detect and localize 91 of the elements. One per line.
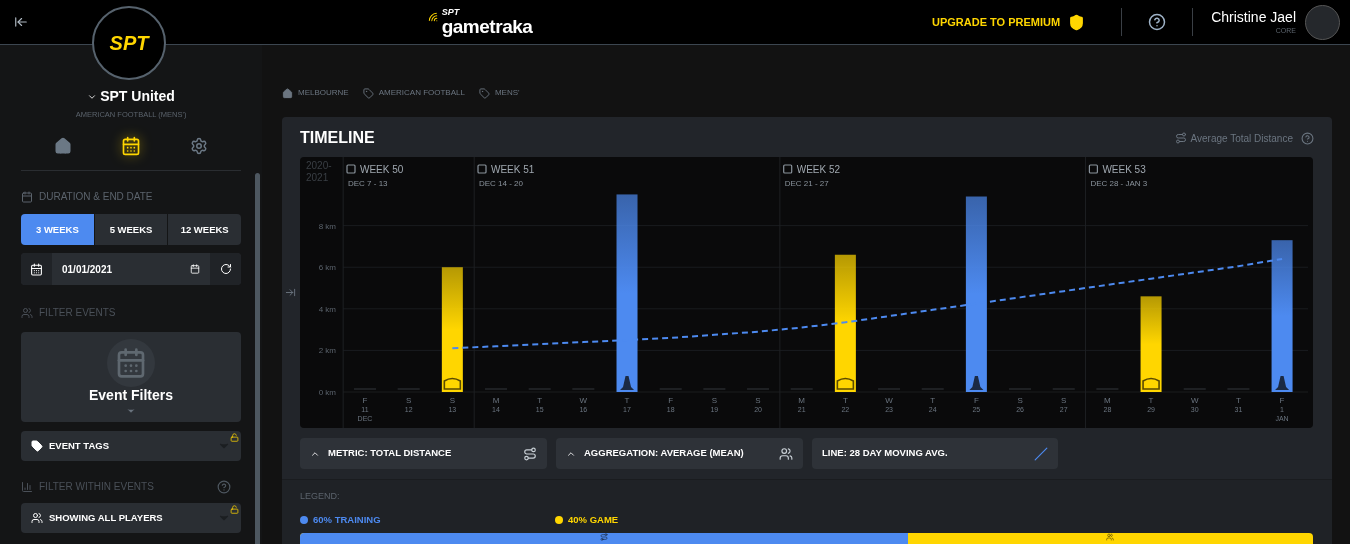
week-label: WEEK 53 — [1102, 164, 1146, 175]
metric-caption: Average Total Distance — [1190, 131, 1293, 146]
week-label: WEEK 52 — [796, 164, 841, 175]
weekday-label: S — [1017, 396, 1023, 405]
week-range: DEC 14 - 20 — [479, 179, 524, 188]
training-bar[interactable] — [1271, 240, 1293, 392]
scrollbar[interactable] — [255, 173, 260, 544]
tag-icon — [31, 440, 43, 453]
breadcrumb[interactable]: MELBOURNE — [298, 87, 349, 99]
weekday-label: S — [711, 396, 718, 405]
weekday-label: T — [1148, 396, 1154, 405]
y-axis-label: 4 km — [318, 304, 336, 314]
weekday-label: F — [362, 396, 368, 405]
end-date-value: 01/01/2021 — [62, 262, 114, 277]
breadcrumb[interactable]: MENS' — [494, 87, 520, 99]
line-icon — [1034, 446, 1048, 461]
group-icon — [779, 446, 793, 461]
duration-option[interactable]: 5 WEEKS — [94, 214, 168, 246]
shield-icon — [1068, 13, 1086, 31]
weekday-label: F — [1279, 396, 1285, 405]
chart-option-button[interactable]: AGGREGATION: AVERAGE (MEAN) — [556, 438, 803, 469]
legend-title: LEGEND: — [300, 490, 341, 503]
panel-title: TIMELINE — [300, 128, 376, 148]
upgrade-link[interactable]: UPGRADE TO PREMIUM — [932, 13, 1061, 31]
user-name: Christine Jael — [1211, 10, 1296, 24]
weekday-label: T — [930, 396, 936, 405]
training-bar[interactable] — [965, 196, 987, 392]
group-icon — [21, 306, 33, 319]
training-bar[interactable] — [616, 194, 638, 392]
chart-option-button[interactable]: LINE: 28 DAY MOVING AVG. — [812, 438, 1058, 469]
players-dropdown[interactable]: SHOWING ALL PLAYERS — [21, 503, 241, 534]
lock-icon — [230, 505, 239, 515]
weekday-label: W — [885, 396, 893, 405]
weekday-label: F — [973, 396, 979, 405]
legend-label: 60% TRAINING — [313, 512, 381, 527]
collapse-sidebar-icon[interactable] — [14, 15, 28, 29]
y-axis-label: 0 km — [318, 388, 336, 397]
week-range: DEC 28 - JAN 3 — [1090, 179, 1148, 188]
bar-chart-icon — [21, 480, 33, 493]
logo-mark: SPT — [441, 8, 461, 17]
date-picker-icon[interactable] — [190, 264, 200, 275]
weekday-label: W — [579, 396, 588, 405]
weekday-label: M — [492, 396, 500, 405]
event-filters-title: Event Filters — [89, 386, 173, 406]
weekday-label: W — [1190, 396, 1199, 405]
help-icon[interactable] — [1148, 13, 1167, 31]
group-icon — [31, 512, 43, 525]
game-bar[interactable] — [441, 267, 463, 392]
app-logo: gametraka — [441, 17, 533, 36]
week-range: DEC 21 - 27 — [784, 179, 829, 188]
section-title: FILTER WITHIN EVENTS — [39, 480, 155, 495]
event-filters-card[interactable]: Event Filters — [21, 332, 241, 423]
legend-label: 40% GAME — [568, 512, 619, 527]
weekday-label: T — [842, 396, 848, 405]
game-bar[interactable] — [834, 254, 856, 392]
end-date-field[interactable]: 01/01/2021 — [21, 253, 241, 286]
event-tags-dropdown[interactable]: EVENT TAGS — [21, 431, 241, 462]
weekday-label: S — [755, 396, 761, 405]
route-icon — [523, 446, 537, 461]
breadcrumb[interactable]: AMERICAN FOOTBALL — [378, 87, 465, 99]
tag-icon — [478, 87, 490, 99]
dropdown-label: SHOWING ALL PLAYERS — [49, 511, 164, 526]
week-label: WEEK 50 — [360, 164, 404, 175]
section-title: DURATION & END DATE — [39, 190, 153, 205]
weekday-label: F — [668, 396, 674, 405]
week-range: DEC 7 - 13 — [348, 179, 388, 188]
y-axis-label: 6 km — [318, 263, 336, 273]
weekday-label: T — [537, 396, 543, 405]
weekday-label: T — [1235, 396, 1241, 405]
duration-option[interactable]: 12 WEEKS — [168, 214, 241, 246]
weekday-label: T — [624, 396, 630, 405]
reset-button[interactable] — [210, 253, 241, 286]
dropdown-label: EVENT TAGS — [49, 439, 110, 454]
route-icon — [1174, 132, 1187, 144]
team-name: SPT United — [100, 87, 175, 106]
weekday-label: S — [1061, 396, 1067, 405]
week-label: WEEK 51 — [491, 164, 535, 175]
y-axis-label: 8 km — [318, 221, 336, 231]
tag-icon — [362, 87, 374, 99]
section-title: FILTER EVENTS — [39, 306, 116, 321]
weekday-label: S — [406, 396, 412, 405]
weekday-label: M — [1104, 396, 1111, 405]
weekday-label: S — [449, 396, 455, 405]
reset-icon — [219, 263, 232, 276]
y-axis-label: 2 km — [318, 346, 336, 356]
weekday-label: M — [798, 396, 806, 405]
game-bar[interactable] — [1140, 296, 1162, 392]
lock-icon — [230, 433, 239, 443]
home-icon — [282, 87, 293, 99]
chart-option-button[interactable]: METRIC: TOTAL DISTANCE — [300, 438, 547, 469]
expand-icon[interactable] — [285, 287, 296, 298]
